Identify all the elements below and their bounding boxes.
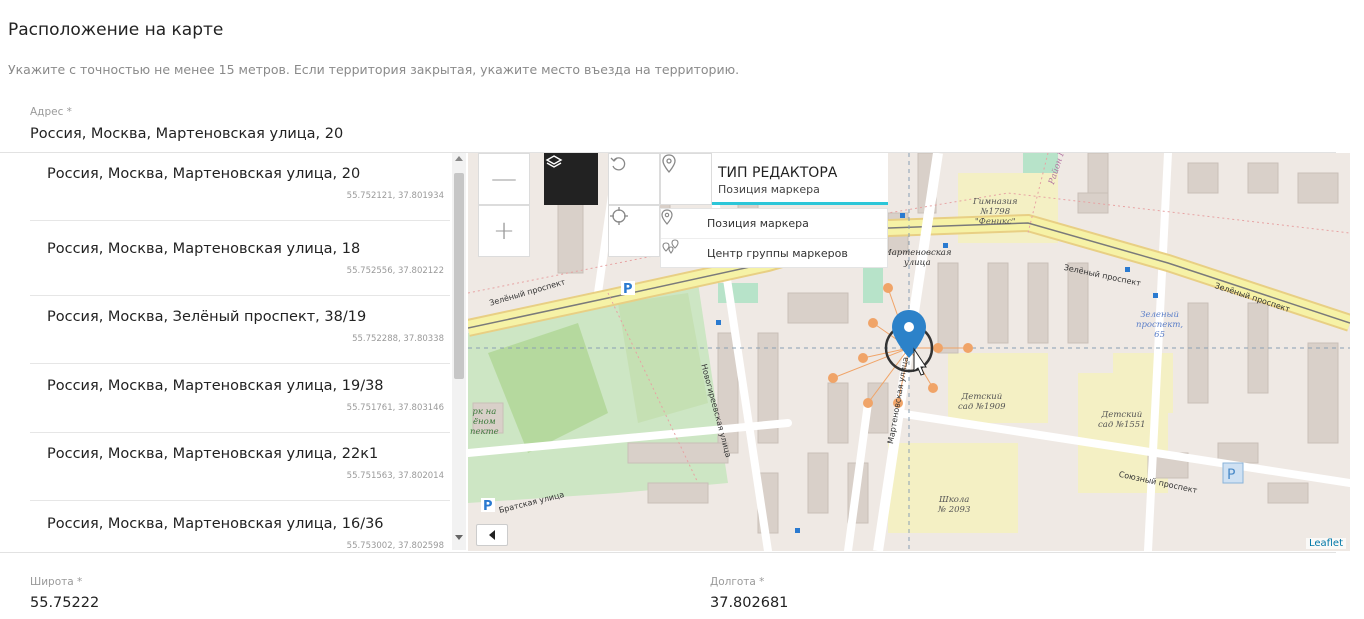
leaflet-attribution-link[interactable]: Leaflet [1305, 538, 1346, 549]
suggestion-item[interactable]: Россия, Москва, Зелёный проспект, 38/19 … [30, 296, 450, 364]
suggestion-address: Россия, Москва, Мартеновская улица, 19/3… [47, 378, 384, 394]
school-area [1113, 353, 1173, 413]
latitude-field[interactable]: 55.75222 [30, 595, 99, 611]
locate-button[interactable] [608, 205, 660, 257]
map-label-school-2093: Школа № 2093 [938, 495, 971, 515]
scroll-down-arrow-icon[interactable] [455, 535, 463, 540]
marker-group-icon [662, 239, 693, 261]
divider [0, 552, 1336, 553]
undo-icon [610, 157, 626, 171]
editor-type-button[interactable] [660, 153, 712, 205]
crosshair-icon [610, 207, 628, 225]
map-label-park: рк на ёном пекте [470, 407, 499, 437]
suggestion-address: Россия, Москва, Зелёный проспект, 38/19 [47, 309, 367, 325]
chevron-left-icon [489, 530, 495, 540]
menu-item-label: Центр группы маркеров [707, 246, 848, 260]
suggestion-coords: 55.752556, 37.802122 [346, 266, 444, 276]
suggestion-address: Россия, Москва, Мартеновская улица, 18 [47, 241, 361, 257]
address-suggestions-list: Россия, Москва, Мартеновская улица, 20 5… [0, 153, 466, 550]
suggestion-item[interactable]: Россия, Москва, Мартеновская улица, 22к1… [30, 433, 450, 501]
suggestion-coords: 55.751563, 37.802014 [346, 471, 444, 481]
map-label-zeleny-65: Зеленый проспект, 65 [1136, 310, 1184, 340]
layers-button[interactable] [544, 153, 598, 205]
suggestion-item[interactable]: Россия, Москва, Мартеновская улица, 20 5… [30, 153, 450, 221]
menu-item-marker-position[interactable]: Позиция маркера [661, 209, 887, 238]
svg-text:P: P [623, 282, 633, 297]
svg-text:P: P [483, 499, 493, 514]
map-label-martenovskaya: Мартеновская улица [883, 248, 952, 268]
editor-type-current: Позиция маркера [718, 183, 820, 196]
suggestion-coords: 55.752288, 37.80338 [352, 334, 444, 344]
suggestion-coords: 55.753002, 37.802598 [346, 541, 444, 550]
longitude-field[interactable]: 37.802681 [710, 595, 788, 611]
svg-text:P: P [1227, 467, 1235, 483]
suggestion-coords: 55.752121, 37.801934 [346, 191, 444, 201]
section-hint: Укажите с точностью не менее 15 метров. … [8, 62, 740, 77]
menu-item-label: Позиция маркера [707, 217, 809, 230]
editor-type-menu: Позиция маркера Центр группы маркеров [660, 208, 888, 268]
suggestion-item[interactable]: Россия, Москва, Мартеновская улица, 18 5… [30, 228, 450, 296]
suggestion-coords: 55.751761, 37.803146 [346, 403, 444, 413]
park-area [718, 283, 758, 303]
park-area [863, 263, 883, 303]
suggestion-item[interactable]: Россия, Москва, Мартеновская улица, 19/3… [30, 365, 450, 433]
layers-icon [545, 155, 563, 168]
suggestion-item[interactable]: Россия, Москва, Мартеновская улица, 16/3… [30, 503, 450, 550]
marker-icon [661, 209, 693, 232]
editor-type-panel[interactable]: ТИП РЕДАКТОРА Позиция маркера [712, 153, 888, 205]
collapse-list-button[interactable] [476, 524, 508, 546]
suggestions-scrollbar[interactable] [452, 153, 466, 550]
map-label-gymnasium: Гимназия №1798 "Феникс" [973, 197, 1018, 227]
address-label: Адрес * [30, 106, 72, 118]
menu-item-marker-group-center[interactable]: Центр группы маркеров [661, 238, 887, 267]
school-area [888, 443, 1018, 533]
zoom-in-button[interactable]: + [478, 205, 530, 257]
marker-pin-dot [904, 322, 914, 332]
map-label-kindergarten-1909: Детский сад №1909 [958, 392, 1006, 412]
map-pin-icon [662, 154, 676, 173]
undo-button[interactable] [608, 153, 660, 205]
suggestion-address: Россия, Москва, Мартеновская улица, 22к1 [47, 446, 379, 462]
editor-type-title: ТИП РЕДАКТОРА [718, 165, 838, 181]
map-tiles: P P P [468, 153, 1350, 551]
map[interactable]: P P P Гимназия №1798 "Феникс" Район Перово… [468, 153, 1350, 551]
zoom-out-button[interactable]: — [478, 153, 530, 205]
longitude-label: Долгота * [710, 576, 765, 588]
latitude-label: Широта * [30, 576, 83, 588]
suggestion-address: Россия, Москва, Мартеновская улица, 20 [47, 166, 361, 182]
scroll-up-arrow-icon[interactable] [455, 156, 463, 161]
address-field[interactable]: Россия, Москва, Мартеновская улица, 20 [30, 126, 343, 142]
map-label-kindergarten-1551: Детский сад №1551 [1098, 410, 1146, 430]
section-title: Расположение на карте [8, 20, 224, 40]
scrollbar-thumb[interactable] [454, 173, 464, 379]
suggestion-address: Россия, Москва, Мартеновская улица, 16/3… [47, 516, 384, 532]
